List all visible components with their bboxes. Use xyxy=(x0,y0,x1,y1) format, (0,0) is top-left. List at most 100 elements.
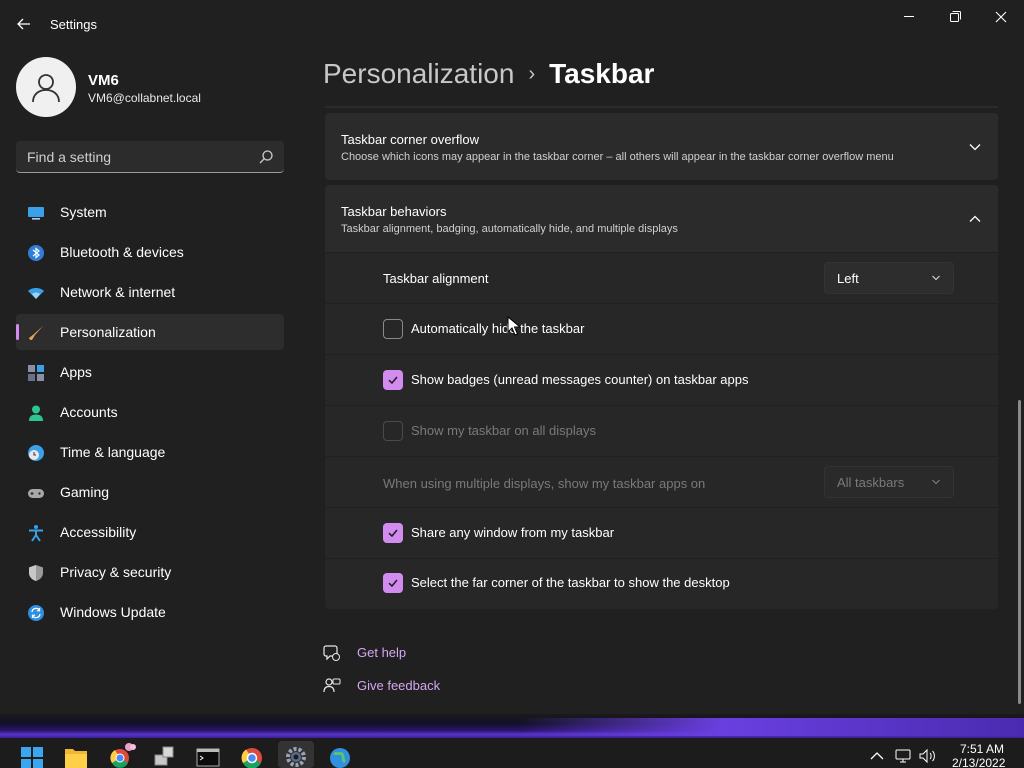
brush-icon xyxy=(29,326,43,340)
taskbar: 7:51 AM 2/13/2022 xyxy=(0,738,1024,768)
share-window-checkbox[interactable] xyxy=(383,523,403,543)
globe-app-icon xyxy=(330,748,350,768)
taskbar-chrome[interactable] xyxy=(234,741,270,768)
back-button[interactable] xyxy=(14,14,34,34)
section-description: Choose which icons may appear in the tas… xyxy=(341,151,894,163)
taskbar-globe-app[interactable] xyxy=(322,741,358,768)
search-placeholder: Find a setting xyxy=(27,149,112,165)
wifi-icon xyxy=(28,288,44,299)
section-description: Taskbar alignment, badging, automaticall… xyxy=(341,223,678,235)
breadcrumb-parent[interactable]: Personalization xyxy=(323,58,514,89)
taskbar-network-app[interactable] xyxy=(146,741,182,768)
checkmark-icon xyxy=(388,376,398,385)
back-arrow-icon xyxy=(17,18,30,30)
multi-display-row: When using multiple displays, show my ta… xyxy=(325,457,998,507)
minimize-button[interactable] xyxy=(899,8,919,26)
sidebar-item-label: System xyxy=(60,204,107,220)
taskbar-terminal[interactable] xyxy=(190,741,226,768)
start-button[interactable] xyxy=(14,741,50,768)
sidebar-item-label: Bluetooth & devices xyxy=(60,244,184,260)
maximize-button[interactable] xyxy=(945,8,965,26)
all-displays-checkbox[interactable] xyxy=(383,421,403,441)
clock-date: 2/13/2022 xyxy=(952,756,1006,768)
sidebar-item-label: Gaming xyxy=(60,484,110,500)
taskbar-alignment-row: Taskbar alignment Left xyxy=(325,253,998,303)
sidebar-item-label: Accessibility xyxy=(60,524,137,540)
alignment-label: Taskbar alignment xyxy=(383,271,489,286)
section-title: Taskbar behaviors xyxy=(341,204,447,219)
sidebar-item-label: Privacy & security xyxy=(60,564,172,580)
search-input[interactable]: Find a setting xyxy=(16,141,284,173)
chevron-down-icon[interactable] xyxy=(968,140,982,154)
taskbar-settings[interactable] xyxy=(278,741,314,768)
all-displays-row: Show my taskbar on all displays xyxy=(325,406,998,456)
sidebar-item-privacy[interactable]: Privacy & security xyxy=(16,554,284,590)
help-icon xyxy=(323,645,340,661)
breadcrumb-separator: › xyxy=(528,63,536,85)
give-feedback-text: Give feedback xyxy=(357,678,441,693)
sidebar-item-accessibility[interactable]: Accessibility xyxy=(16,514,284,550)
gamepad-icon xyxy=(28,489,44,498)
settings-icon xyxy=(286,747,306,767)
sidebar-item-label: Windows Update xyxy=(60,604,166,620)
sidebar-item-personalization[interactable]: Personalization xyxy=(16,314,284,350)
sidebar-item-time-language[interactable]: Time & language xyxy=(16,434,284,470)
sidebar-item-accounts[interactable]: Accounts xyxy=(16,394,284,430)
apps-icon xyxy=(28,365,44,381)
taskbar-chrome-profile[interactable] xyxy=(102,741,138,768)
checkmark-icon xyxy=(388,529,398,538)
update-icon xyxy=(28,605,44,621)
far-corner-checkbox[interactable] xyxy=(383,573,403,593)
close-icon xyxy=(995,11,1007,23)
restore-icon xyxy=(950,11,961,22)
clock-globe-icon xyxy=(28,445,44,461)
far-corner-row: Select the far corner of the taskbar to … xyxy=(325,559,998,609)
sidebar-item-label: Accounts xyxy=(60,404,118,420)
sidebar-item-label: Personalization xyxy=(60,324,156,340)
sidebar-item-system[interactable]: System xyxy=(16,194,284,230)
user-name: VM6 xyxy=(88,72,119,89)
sidebar-item-windows-update[interactable]: Windows Update xyxy=(16,594,284,630)
accounts-icon xyxy=(29,405,43,421)
sidebar-item-label: Time & language xyxy=(60,444,166,460)
file-explorer-icon xyxy=(65,749,87,768)
multi-display-dropdown[interactable]: All taskbars xyxy=(824,466,954,498)
section-title: Taskbar corner overflow xyxy=(341,132,479,147)
close-button[interactable] xyxy=(991,8,1011,26)
chevron-up-icon[interactable] xyxy=(968,212,982,226)
taskbar-file-explorer[interactable] xyxy=(58,741,94,768)
badges-checkbox[interactable] xyxy=(383,370,403,390)
avatar xyxy=(16,57,76,117)
corner-overflow-section[interactable]: Taskbar corner overflow Choose which ico… xyxy=(325,113,998,180)
sidebar-item-label: Network & internet xyxy=(60,284,176,300)
volume-icon[interactable] xyxy=(918,748,936,764)
system-icon xyxy=(28,207,44,220)
alignment-dropdown[interactable]: Left xyxy=(824,262,954,294)
divider xyxy=(325,106,998,108)
sidebar-item-apps[interactable]: Apps xyxy=(16,354,284,390)
multi-display-label: When using multiple displays, show my ta… xyxy=(383,476,706,491)
checkmark-icon xyxy=(388,579,398,588)
start-icon xyxy=(21,747,43,768)
all-displays-label: Show my taskbar on all displays xyxy=(411,423,596,438)
sidebar-item-gaming[interactable]: Gaming xyxy=(16,474,284,510)
badges-label: Show badges (unread messages counter) on… xyxy=(411,372,749,387)
chrome-icon xyxy=(241,748,262,768)
share-window-label: Share any window from my taskbar xyxy=(411,525,615,540)
sidebar-item-bluetooth[interactable]: Bluetooth & devices xyxy=(16,234,284,270)
sidebar-item-network[interactable]: Network & internet xyxy=(16,274,284,310)
sidebar-nav: System Bluetooth & devices Network & int… xyxy=(16,194,284,634)
user-email: VM6@collabnet.local xyxy=(88,91,201,105)
scrollbar[interactable] xyxy=(1018,400,1021,704)
autohide-checkbox[interactable] xyxy=(383,319,403,339)
taskbar-behaviors-section[interactable]: Taskbar behaviors Taskbar alignment, bad… xyxy=(325,185,998,252)
chevron-up-icon[interactable] xyxy=(868,748,886,764)
network-icon[interactable] xyxy=(894,748,912,764)
sidebar-item-label: Apps xyxy=(60,364,92,380)
autohide-row: Automatically hide the taskbar xyxy=(325,304,998,354)
autohide-label: Automatically hide the taskbar xyxy=(411,321,585,336)
feedback-icon xyxy=(323,678,341,693)
system-clock[interactable]: 7:51 AM 2/13/2022 xyxy=(952,742,1006,768)
wallpaper-glow xyxy=(520,718,1024,736)
share-window-row: Share any window from my taskbar xyxy=(325,508,998,558)
